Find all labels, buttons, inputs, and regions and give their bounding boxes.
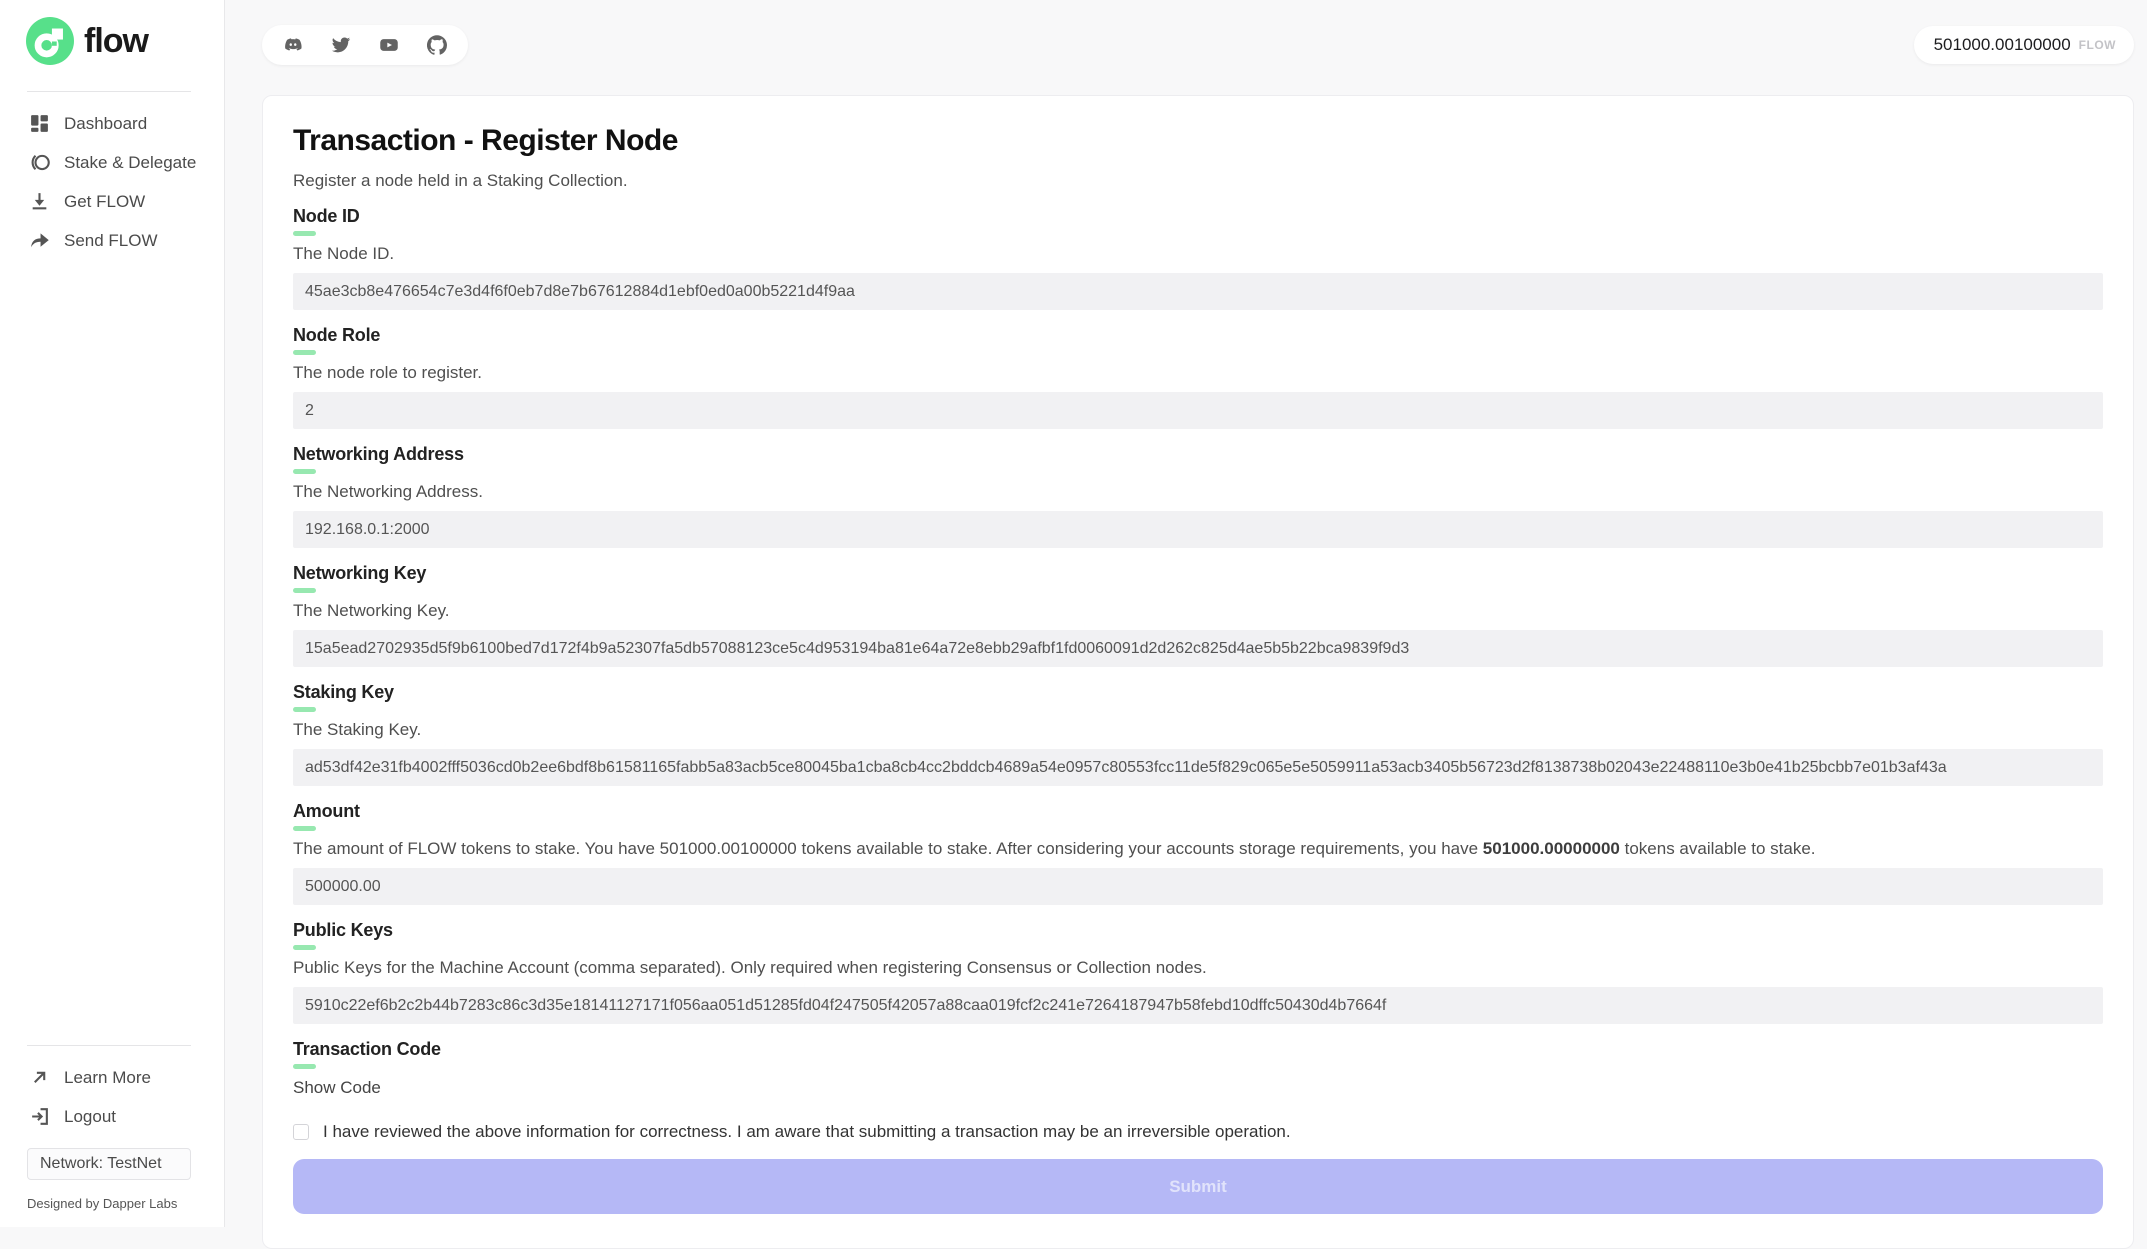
show-code-link[interactable]: Show Code (293, 1078, 381, 1098)
sidebar-nav: Dashboard Stake & Delegate Get FLOW Send… (0, 104, 224, 260)
networking-address-input[interactable] (293, 511, 2103, 548)
amount-desc-before: The amount of FLOW tokens to stake. You … (293, 839, 1483, 858)
node-role-input[interactable] (293, 392, 2103, 429)
label-underline (293, 707, 316, 712)
balance-amount: 501000.00100000 (1934, 35, 2071, 55)
transaction-card: Transaction - Register Node Register a n… (262, 95, 2134, 1249)
top-bar: 501000.00100000 FLOW (262, 25, 2134, 65)
send-icon (29, 230, 50, 251)
github-icon[interactable] (427, 35, 447, 55)
social-links-pill (262, 25, 468, 65)
flow-logo-icon (26, 17, 74, 65)
sidebar-item-stake-delegate[interactable]: Stake & Delegate (0, 143, 224, 182)
confirmation-row: I have reviewed the above information fo… (293, 1122, 2103, 1142)
label-underline (293, 945, 316, 950)
node-id-input[interactable] (293, 273, 2103, 310)
sidebar: flow Dashboard Stake & Delegate Get FLOW (0, 0, 225, 1227)
field-node-id: Node ID The Node ID. (293, 206, 2103, 310)
balance-currency: FLOW (2079, 38, 2116, 52)
confirmation-checkbox[interactable] (293, 1124, 309, 1140)
external-link-icon (29, 1067, 50, 1088)
label-underline (293, 350, 316, 355)
sidebar-item-learn-more[interactable]: Learn More (0, 1058, 224, 1097)
sidebar-item-logout[interactable]: Logout (0, 1097, 224, 1136)
label-underline (293, 231, 316, 236)
field-description: Public Keys for the Machine Account (com… (293, 958, 2103, 978)
field-description: The Networking Key. (293, 601, 2103, 621)
field-description: The Node ID. (293, 244, 2103, 264)
field-networking-key: Networking Key The Networking Key. (293, 563, 2103, 667)
sidebar-item-label: Dashboard (64, 114, 147, 134)
dashboard-icon (29, 113, 50, 134)
sidebar-item-label: Logout (64, 1107, 116, 1127)
field-label: Networking Address (293, 444, 2103, 465)
field-amount: Amount The amount of FLOW tokens to stak… (293, 801, 2103, 905)
label-underline (293, 588, 316, 593)
sidebar-item-label: Get FLOW (64, 192, 145, 212)
field-staking-key: Staking Key The Staking Key. (293, 682, 2103, 786)
logout-icon (29, 1106, 50, 1127)
submit-button[interactable]: Submit (293, 1159, 2103, 1214)
sidebar-divider-bottom (27, 1045, 191, 1046)
field-public-keys: Public Keys Public Keys for the Machine … (293, 920, 2103, 1024)
field-networking-address: Networking Address The Networking Addres… (293, 444, 2103, 548)
confirmation-text: I have reviewed the above information fo… (323, 1122, 1291, 1142)
download-icon (29, 191, 50, 212)
youtube-icon[interactable] (379, 35, 399, 55)
field-label: Node ID (293, 206, 2103, 227)
stake-icon (29, 152, 50, 173)
sidebar-item-label: Send FLOW (64, 231, 158, 251)
field-description: The Staking Key. (293, 720, 2103, 740)
sidebar-item-get-flow[interactable]: Get FLOW (0, 182, 224, 221)
sidebar-item-label: Learn More (64, 1068, 151, 1088)
field-label: Staking Key (293, 682, 2103, 703)
networking-key-input[interactable] (293, 630, 2103, 667)
network-badge: Network: TestNet (27, 1148, 191, 1180)
field-description: The amount of FLOW tokens to stake. You … (293, 839, 2103, 859)
sidebar-item-send-flow[interactable]: Send FLOW (0, 221, 224, 260)
page-subtitle: Register a node held in a Staking Collec… (293, 171, 2103, 191)
field-node-role: Node Role The node role to register. (293, 325, 2103, 429)
field-description: The Networking Address. (293, 482, 2103, 502)
credit-text: Designed by Dapper Labs (27, 1196, 224, 1211)
flow-logo[interactable]: flow (0, 17, 224, 65)
field-label: Public Keys (293, 920, 2103, 941)
amount-available-bold: 501000.00000000 (1483, 839, 1620, 858)
field-label: Transaction Code (293, 1039, 2103, 1060)
sidebar-divider-top (27, 91, 191, 92)
amount-input[interactable] (293, 868, 2103, 905)
field-description: The node role to register. (293, 363, 2103, 383)
staking-key-input[interactable] (293, 749, 2103, 786)
twitter-icon[interactable] (331, 35, 351, 55)
brand-wordmark: flow (84, 22, 148, 61)
field-label: Amount (293, 801, 2103, 822)
account-balance-pill: 501000.00100000 FLOW (1914, 26, 2134, 64)
amount-desc-after: tokens available to stake. (1620, 839, 1816, 858)
main-area: 501000.00100000 FLOW Transaction - Regis… (225, 0, 2147, 1227)
field-transaction-code: Transaction Code Show Code (293, 1039, 2103, 1098)
field-label: Networking Key (293, 563, 2103, 584)
discord-icon[interactable] (283, 35, 303, 55)
public-keys-input[interactable] (293, 987, 2103, 1024)
label-underline (293, 1064, 316, 1069)
label-underline (293, 826, 316, 831)
page-title: Transaction - Register Node (293, 124, 2103, 158)
sidebar-footer: Learn More Logout Network: TestNet Desig… (0, 1045, 224, 1211)
sidebar-item-label: Stake & Delegate (64, 153, 196, 173)
sidebar-item-dashboard[interactable]: Dashboard (0, 104, 224, 143)
label-underline (293, 469, 316, 474)
field-label: Node Role (293, 325, 2103, 346)
